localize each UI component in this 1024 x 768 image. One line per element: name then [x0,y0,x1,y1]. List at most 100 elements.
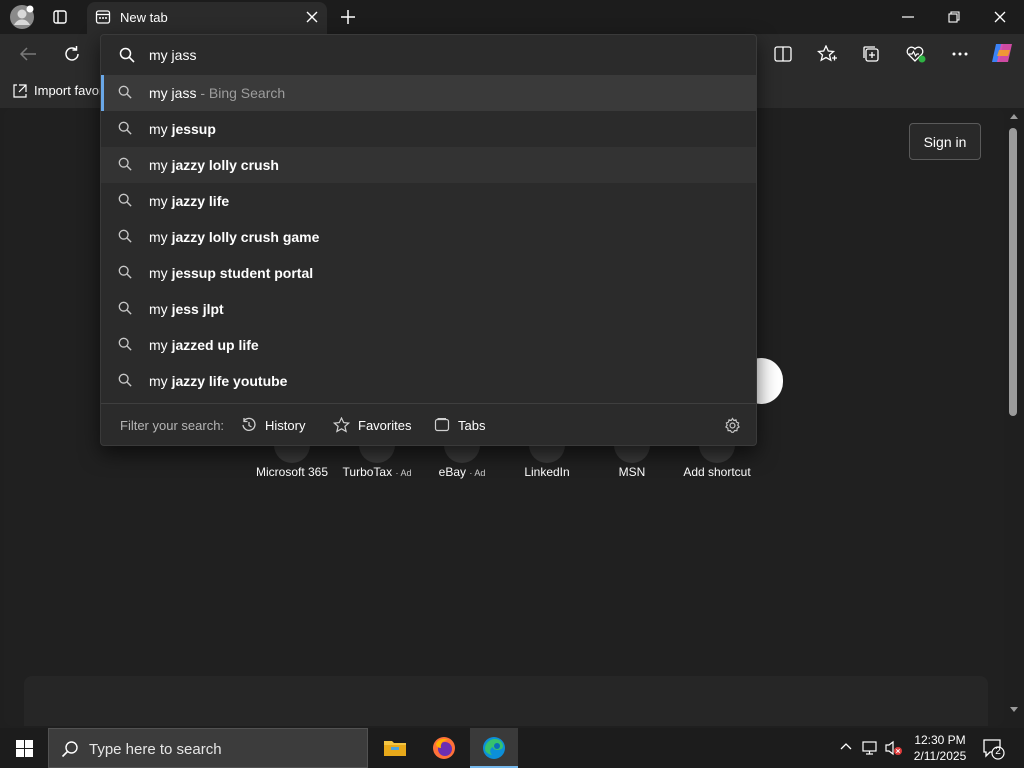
import-favorites-icon[interactable] [6,77,34,105]
suggestion-item[interactable]: my jazzy life [101,183,756,219]
star-icon [333,417,350,433]
new-tab-button-icon[interactable] [334,3,362,31]
suggestion-item[interactable]: my jessup [101,111,756,147]
filter-tabs-button[interactable]: Tabs [434,416,490,436]
search-icon [118,337,132,351]
taskbar-clock[interactable]: 12:30 PM 2/11/2025 [900,732,980,764]
suggestion-prefix: my [149,121,172,137]
title-bar: New tab [0,0,1024,34]
notification-count-badge: 2 [995,746,1001,757]
search-icon [118,157,132,171]
suggestion-bing-search[interactable]: my jass - Bing Search [101,75,756,111]
search-icon [118,121,132,135]
notification-center-icon[interactable]: 2 [982,738,1006,760]
back-icon[interactable] [14,40,42,68]
search-icon [118,373,132,387]
suggestion-prefix: my [149,373,172,389]
import-favorites-link[interactable]: Import favor [34,83,103,98]
ad-badge: · Ad [395,468,412,478]
search-icon [118,301,132,315]
tab-actions-icon[interactable] [46,3,74,31]
history-icon [241,417,257,433]
browser-essentials-icon[interactable] [902,40,930,68]
suggestion-item[interactable]: my jazzy lolly crush [101,147,756,183]
suggestion-completion: jazzed up life [171,337,259,353]
suggestion-item[interactable]: my jess jlpt [101,291,756,327]
shortcut-label: eBay [438,465,466,479]
suggestion-prefix: my [149,337,172,353]
search-icon [118,265,132,279]
more-options-icon[interactable] [946,40,974,68]
favorites-star-icon[interactable] [813,40,841,68]
scrollbar-thumb[interactable] [1009,128,1017,416]
address-bar-query: my jass [149,47,197,63]
history-label: History [265,418,306,433]
suggestion-completion: jess jlpt [171,301,224,317]
search-icon [61,740,79,758]
clock-time: 12:30 PM [914,733,966,747]
edge-icon [482,736,506,760]
address-bar-dropdown: my jass my jass - Bing Search my jessup … [100,34,757,446]
close-window-icon[interactable] [986,3,1014,31]
profile-avatar-icon[interactable] [8,3,36,31]
copilot-icon[interactable] [988,39,1016,67]
split-screen-icon[interactable] [769,40,797,68]
shortcut-add[interactable]: Add shortcut [672,427,762,493]
shortcut-ebay[interactable]: eBay · Ad [417,427,507,493]
search-icon [118,193,132,207]
minimize-icon[interactable] [894,3,922,31]
suggestion-completion: jazzy lolly crush game [171,229,320,245]
clock-date: 2/11/2025 [913,749,967,763]
scroll-up-arrow-icon[interactable] [1009,112,1019,120]
restore-icon[interactable] [940,3,968,31]
network-icon[interactable] [862,740,880,756]
suggestion-completion: jessup [171,121,216,137]
favorites-label: Favorites [358,418,412,433]
suggestion-suffix: - Bing Search [196,85,286,101]
sign-in-button[interactable]: Sign in [909,123,981,160]
address-bar-input[interactable]: my jass [101,35,756,75]
filter-favorites-button[interactable]: Favorites [333,416,412,436]
suggestion-item[interactable]: my jazzy life youtube [101,363,756,399]
taskbar-search-box[interactable]: Type here to search [48,728,368,768]
firefox-icon[interactable] [432,736,456,760]
suggestion-completion: jazzy life youtube [171,373,288,389]
shortcut-label: LinkedIn [524,465,570,479]
tabs-icon [434,417,450,433]
tab-new-tab[interactable]: New tab [87,2,327,34]
filter-history-button[interactable]: History [241,416,307,436]
refresh-icon[interactable] [58,40,86,68]
suggestion-prefix: my [149,301,172,317]
shortcut-label: MSN [618,465,646,479]
shortcut-microsoft-365[interactable]: Microsoft 365 [247,427,337,493]
shortcut-linkedin[interactable]: LinkedIn [502,427,592,493]
windows-start-icon[interactable] [16,740,33,757]
shortcut-label: Microsoft 365 [255,465,329,479]
suggestion-completion: jessup student portal [171,265,314,281]
close-tab-icon[interactable] [298,3,326,31]
news-feed-area [24,676,988,726]
tab-title: New tab [120,10,168,25]
search-icon [119,47,135,63]
edge-taskbar-button[interactable] [470,728,518,768]
collections-icon[interactable] [857,40,885,68]
windows-taskbar: Type here to search 12:30 PM 2/11/2025 2 [0,728,1024,768]
suggestion-item[interactable]: my jazzed up life [101,327,756,363]
settings-gear-icon[interactable] [724,417,741,434]
page-scrollbar[interactable] [1004,108,1024,726]
shortcut-turbotax[interactable]: TurboTax · Ad [332,427,422,493]
suggestion-completion: jazzy life [171,193,230,209]
file-explorer-icon[interactable] [383,738,407,758]
suggestion-completion: jazzy lolly crush [171,157,279,173]
suggestion-prefix: my [149,157,172,173]
search-icon [118,85,132,99]
scroll-down-arrow-icon[interactable] [1009,706,1019,714]
suggestion-item[interactable]: my jessup student portal [101,255,756,291]
suggestion-prefix: my [149,193,172,209]
shortcut-msn[interactable]: MSN [587,427,677,493]
search-filter-bar: Filter your search: History Favorites Ta… [101,403,756,446]
taskbar-search-placeholder: Type here to search [89,741,222,758]
show-hidden-icons-chevron-icon[interactable] [840,742,852,750]
suggestion-prefix: my [149,229,172,245]
suggestion-item[interactable]: my jazzy lolly crush game [101,219,756,255]
